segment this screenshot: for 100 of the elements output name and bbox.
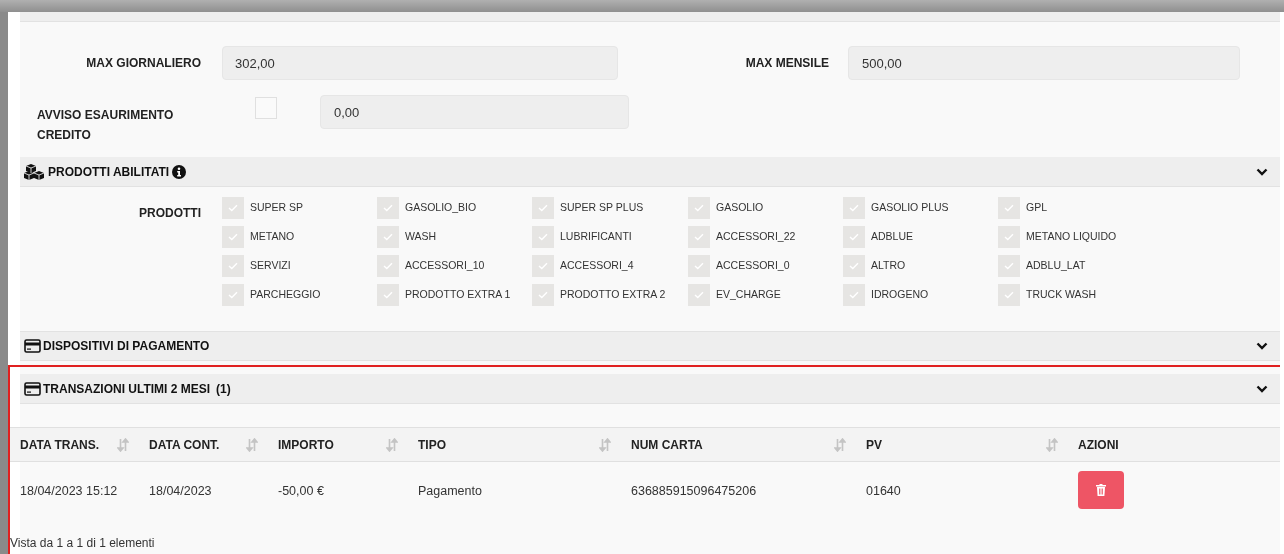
info-icon — [172, 164, 187, 179]
checkbox[interactable] — [843, 197, 865, 219]
field-label: AVVISO ESAURIMENTO CREDITO — [37, 107, 175, 144]
count-label: (1) — [216, 380, 231, 398]
checkbox[interactable] — [222, 284, 244, 306]
checkbox-label: PRODOTTO EXTRA 1 — [405, 287, 511, 303]
checkbox[interactable] — [688, 226, 710, 248]
check-icon — [694, 262, 704, 270]
check-icon — [383, 233, 393, 241]
checkbox[interactable] — [377, 226, 399, 248]
sort-icon — [599, 437, 611, 452]
checkbox-label: EV_CHARGE — [716, 287, 781, 303]
checkbox[interactable] — [222, 226, 244, 248]
checkbox[interactable] — [377, 197, 399, 219]
checkbox[interactable] — [843, 284, 865, 306]
checkbox-label: SUPER SP — [250, 200, 304, 216]
check-icon — [849, 204, 859, 212]
section-header[interactable]: DISPOSITIVI DI PAGAMENTO — [20, 331, 1280, 361]
sort-icon — [386, 437, 398, 452]
checkbox-label: TRUCK WASH — [1026, 287, 1097, 303]
input-field[interactable]: 500,00 — [848, 46, 1240, 80]
checkbox[interactable] — [688, 197, 710, 219]
checkbox[interactable] — [998, 197, 1020, 219]
pagination-info: Vista da 1 a 1 di 1 elementi — [10, 535, 156, 552]
field-label: PRODOTTI — [138, 205, 202, 222]
sort-icon — [1046, 437, 1058, 452]
check-icon — [383, 291, 393, 299]
check-icon — [538, 204, 548, 212]
checkbox-label: IDROGENO — [871, 287, 929, 303]
checkbox[interactable] — [255, 97, 277, 119]
check-icon — [1004, 291, 1014, 299]
sort-icon — [117, 437, 129, 452]
input-field[interactable]: 302,00 — [222, 46, 618, 80]
section-title: TRANSAZIONI ULTIMI 2 MESI — [43, 380, 211, 398]
checkbox-label: GPL — [1026, 200, 1047, 216]
checkbox[interactable] — [688, 255, 710, 277]
check-icon — [538, 233, 548, 241]
checkbox[interactable] — [843, 255, 865, 277]
check-icon — [694, 291, 704, 299]
checkbox-label: ACCESSORI_10 — [405, 258, 485, 274]
check-icon — [228, 262, 238, 270]
chevron-icon — [1256, 384, 1268, 393]
check-icon — [694, 233, 704, 241]
checkbox-label: ALTRO — [871, 258, 906, 274]
check-icon — [383, 262, 393, 270]
section-header[interactable]: TRANSAZIONI ULTIMI 2 MESI (1) — [20, 374, 1280, 404]
credit-card-icon — [24, 381, 41, 396]
checkbox[interactable] — [998, 284, 1020, 306]
field-label: MAX MENSILE — [744, 55, 830, 72]
sort-icon — [246, 437, 258, 452]
column-header[interactable]: PV — [856, 435, 1068, 454]
checkbox[interactable] — [377, 255, 399, 277]
credit-card-icon — [24, 339, 41, 353]
chevron-icon — [1256, 342, 1268, 350]
check-icon — [228, 233, 238, 241]
table-cell: 18/04/2023 15:12 — [20, 484, 118, 498]
table-cell: -50,00 € — [278, 484, 324, 498]
input-field[interactable]: 0,00 — [320, 95, 629, 129]
field-label: MAX GIORNALIERO — [85, 55, 202, 72]
checkbox-label: GASOLIO PLUS — [871, 200, 949, 216]
checkbox[interactable] — [532, 284, 554, 306]
checkbox-label: METANO — [250, 229, 295, 245]
checkbox-label: WASH — [405, 229, 437, 245]
checkbox[interactable] — [688, 284, 710, 306]
check-icon — [1004, 204, 1014, 212]
check-icon — [849, 262, 859, 270]
checkbox[interactable] — [998, 226, 1020, 248]
check-icon — [383, 204, 393, 212]
checkbox-label: PARCHEGGIO — [250, 287, 321, 303]
checkbox[interactable] — [998, 255, 1020, 277]
checkbox[interactable] — [532, 197, 554, 219]
checkbox[interactable] — [377, 284, 399, 306]
section-header[interactable]: PRODOTTI ABILITATI — [20, 157, 1280, 187]
checkbox[interactable] — [843, 226, 865, 248]
delete-button[interactable] — [1078, 471, 1124, 509]
table-cell: 636885915096475206 — [631, 484, 757, 498]
checkbox-label: SUPER SP PLUS — [560, 200, 644, 216]
checkbox-label: PRODOTTO EXTRA 2 — [560, 287, 666, 303]
section-title: DISPOSITIVI DI PAGAMENTO — [43, 338, 210, 355]
check-icon — [1004, 262, 1014, 270]
column-header[interactable]: DATA TRANS. — [10, 435, 139, 454]
column-header[interactable]: DATA CONT. — [139, 435, 268, 454]
checkbox-label: ACCESSORI_0 — [716, 258, 790, 274]
checkbox[interactable] — [532, 255, 554, 277]
checkbox[interactable] — [532, 226, 554, 248]
checkbox-label: ADBLUE — [871, 229, 913, 245]
checkbox[interactable] — [222, 197, 244, 219]
checkbox-label: ACCESSORI_4 — [560, 258, 634, 274]
section-title: PRODOTTI ABILITATI — [48, 163, 170, 181]
checkbox-label: GASOLIO — [716, 200, 764, 216]
column-header[interactable]: TIPO — [408, 435, 621, 454]
check-icon — [694, 204, 704, 212]
column-header[interactable]: IMPORTO — [268, 435, 408, 454]
trash-icon — [1096, 484, 1106, 496]
checkbox-label: LUBRIFICANTI — [560, 229, 632, 245]
checkbox[interactable] — [222, 255, 244, 277]
check-icon — [849, 233, 859, 241]
column-header: AZIONI — [1077, 436, 1120, 454]
column-header[interactable]: NUM CARTA — [621, 435, 856, 454]
table-cell: 01640 — [866, 484, 901, 498]
